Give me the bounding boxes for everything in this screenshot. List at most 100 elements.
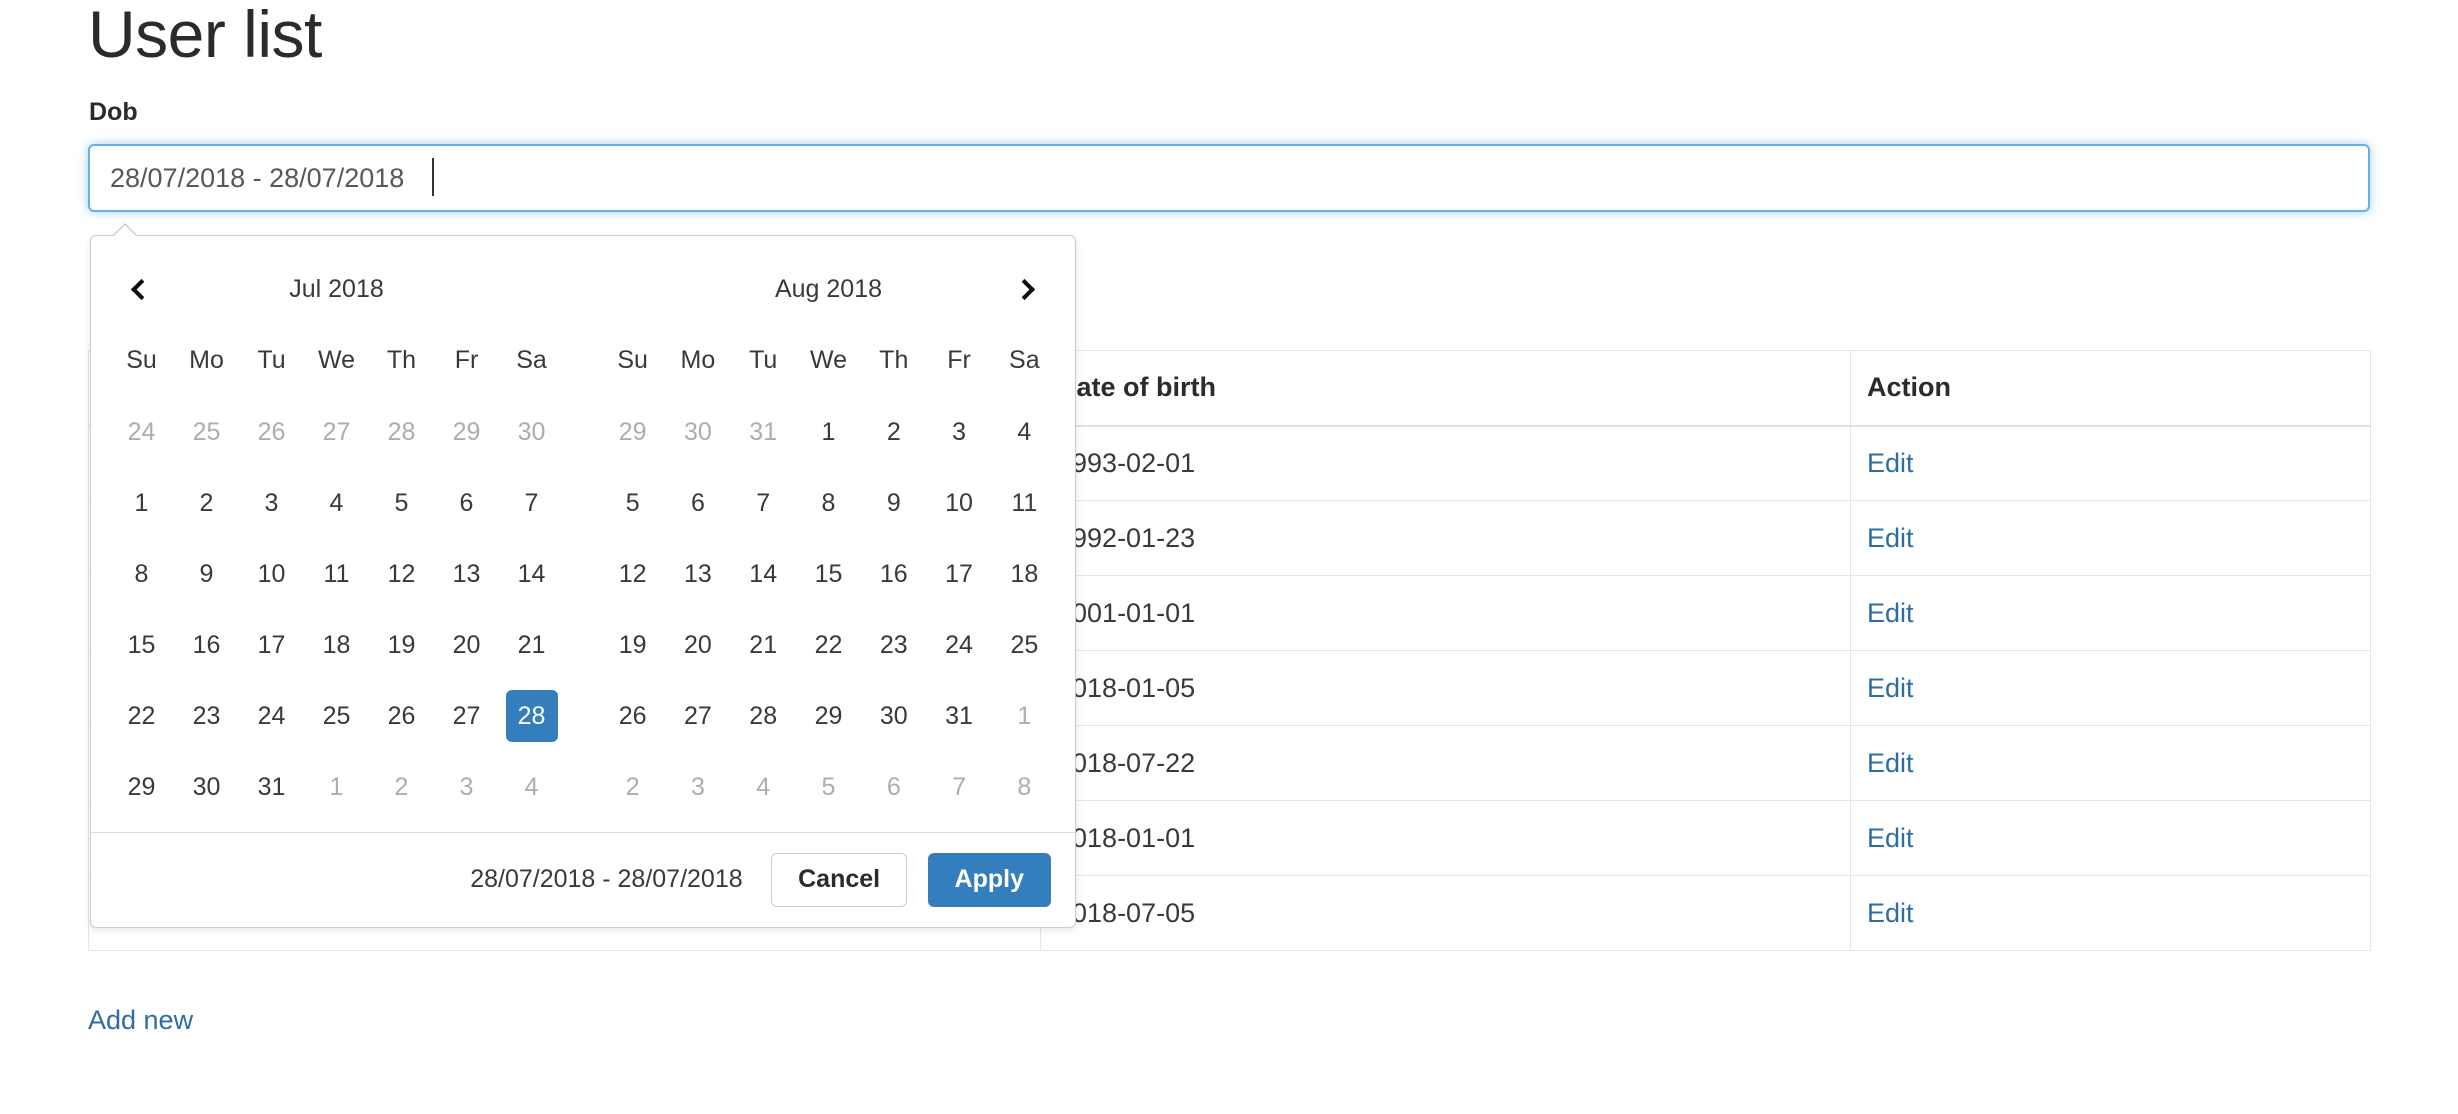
calendar-day-cell[interactable]: 27 — [434, 680, 499, 751]
calendar-day-cell[interactable]: 17 — [239, 609, 304, 680]
calendar-day-cell[interactable]: 2 — [174, 467, 239, 538]
calendar-day-cell[interactable]: 11 — [992, 467, 1057, 538]
calendar-day-cell[interactable]: 28 — [731, 680, 796, 751]
calendar-day-cell[interactable]: 21 — [731, 609, 796, 680]
calendar-day-cell[interactable]: 26 — [369, 680, 434, 751]
calendar-day-cell[interactable]: 26 — [600, 680, 665, 751]
calendar-day-cell[interactable]: 12 — [369, 538, 434, 609]
calendar-day-cell[interactable]: 8 — [796, 467, 861, 538]
edit-link[interactable]: Edit — [1867, 673, 1914, 703]
calendar-day-cell[interactable]: 6 — [861, 751, 926, 822]
calendar-day-cell[interactable]: 29 — [796, 680, 861, 751]
calendar-day-cell[interactable]: 4 — [304, 467, 369, 538]
calendar-day-cell[interactable]: 6 — [665, 467, 730, 538]
calendar-day-cell[interactable]: 25 — [174, 396, 239, 467]
calendar-day-cell[interactable]: 22 — [796, 609, 861, 680]
calendar-day-cell[interactable]: 1 — [796, 396, 861, 467]
calendar-day-cell[interactable]: 9 — [174, 538, 239, 609]
edit-link[interactable]: Edit — [1867, 898, 1914, 928]
calendar-day-cell[interactable]: 20 — [434, 609, 499, 680]
calendar-day-cell[interactable]: 5 — [369, 467, 434, 538]
calendar-day-cell[interactable]: 13 — [434, 538, 499, 609]
calendar-day-cell[interactable]: 1 — [304, 751, 369, 822]
calendar-day-cell[interactable]: 1 — [109, 467, 174, 538]
calendar-day-cell[interactable]: 3 — [665, 751, 730, 822]
calendar-day-cell[interactable]: 3 — [434, 751, 499, 822]
calendar-day-cell[interactable]: 3 — [239, 467, 304, 538]
calendar-day-cell[interactable]: 20 — [665, 609, 730, 680]
add-new-link[interactable]: Add new — [88, 1005, 193, 1036]
calendar-day-cell[interactable]: 14 — [731, 538, 796, 609]
calendar-day-cell[interactable]: 14 — [499, 538, 564, 609]
calendar-day-cell[interactable]: 30 — [861, 680, 926, 751]
calendar-day-cell[interactable]: 6 — [434, 467, 499, 538]
calendar-day-cell[interactable]: 23 — [174, 680, 239, 751]
calendar-day-cell[interactable]: 28 — [369, 396, 434, 467]
calendar-day-cell[interactable]: 24 — [109, 396, 174, 467]
calendar-day-cell[interactable]: 10 — [926, 467, 991, 538]
dob-date-range-input[interactable] — [88, 144, 2370, 212]
calendar-day-label: 31 — [749, 417, 778, 446]
calendar-day-cell[interactable]: 22 — [109, 680, 174, 751]
calendar-day-cell[interactable]: 17 — [926, 538, 991, 609]
calendar-day-cell[interactable]: 2 — [369, 751, 434, 822]
calendar-day-cell[interactable]: 8 — [109, 538, 174, 609]
calendar-day-cell[interactable]: 29 — [109, 751, 174, 822]
calendar-day-cell[interactable]: 30 — [499, 396, 564, 467]
cancel-button[interactable]: Cancel — [771, 853, 908, 907]
calendar-day-cell[interactable]: 18 — [304, 609, 369, 680]
calendar-day-cell[interactable]: 24 — [239, 680, 304, 751]
edit-link[interactable]: Edit — [1867, 823, 1914, 853]
calendar-day-cell[interactable]: 27 — [665, 680, 730, 751]
edit-link[interactable]: Edit — [1867, 523, 1914, 553]
calendar-day-cell[interactable]: 7 — [499, 467, 564, 538]
calendar-day-cell[interactable]: 8 — [992, 751, 1057, 822]
calendar-day-cell[interactable]: 2 — [600, 751, 665, 822]
calendar-day-cell[interactable]: 15 — [796, 538, 861, 609]
calendar-day-cell[interactable]: 2 — [861, 396, 926, 467]
edit-link[interactable]: Edit — [1867, 748, 1914, 778]
calendar-day-cell[interactable]: 24 — [926, 609, 991, 680]
calendar-day-cell[interactable]: 27 — [304, 396, 369, 467]
calendar-day-cell[interactable]: 1 — [992, 680, 1057, 751]
calendar-day-cell[interactable]: 4 — [992, 396, 1057, 467]
calendar-day-cell[interactable]: 30 — [174, 751, 239, 822]
calendar-day-cell[interactable]: 11 — [304, 538, 369, 609]
calendar-day-cell[interactable]: 4 — [499, 751, 564, 822]
calendar-day-cell[interactable]: 31 — [731, 396, 796, 467]
calendar-day-cell[interactable]: 15 — [109, 609, 174, 680]
calendar-day-cell[interactable]: 28 — [499, 680, 564, 751]
calendar-day-cell[interactable]: 3 — [926, 396, 991, 467]
calendar-day-cell[interactable]: 19 — [600, 609, 665, 680]
calendar-day-cell[interactable]: 26 — [239, 396, 304, 467]
calendar-day-cell[interactable]: 4 — [731, 751, 796, 822]
calendar-day-cell[interactable]: 7 — [926, 751, 991, 822]
calendar-day-cell[interactable]: 18 — [992, 538, 1057, 609]
calendar-day-cell[interactable]: 31 — [239, 751, 304, 822]
dow-th: Th — [386, 346, 417, 374]
prev-month-button[interactable] — [109, 254, 174, 325]
calendar-day-cell[interactable]: 5 — [600, 467, 665, 538]
calendar-day-cell[interactable]: 12 — [600, 538, 665, 609]
next-month-button[interactable] — [992, 254, 1057, 325]
calendar-day-cell[interactable]: 13 — [665, 538, 730, 609]
calendar-day-cell[interactable]: 31 — [926, 680, 991, 751]
edit-link[interactable]: Edit — [1867, 598, 1914, 628]
apply-button[interactable]: Apply — [927, 853, 1051, 907]
calendar-day-cell[interactable]: 19 — [369, 609, 434, 680]
calendar-day-cell[interactable]: 29 — [600, 396, 665, 467]
calendar-day-cell[interactable]: 9 — [861, 467, 926, 538]
calendar-day-cell[interactable]: 7 — [731, 467, 796, 538]
calendar-day-cell[interactable]: 29 — [434, 396, 499, 467]
calendar-day-cell[interactable]: 21 — [499, 609, 564, 680]
calendar-day-cell[interactable]: 16 — [174, 609, 239, 680]
calendar-day-cell[interactable]: 16 — [861, 538, 926, 609]
calendar-day-cell[interactable]: 23 — [861, 609, 926, 680]
calendar-day-cell[interactable]: 30 — [665, 396, 730, 467]
calendar-day-label: 11 — [323, 559, 350, 588]
calendar-day-cell[interactable]: 5 — [796, 751, 861, 822]
calendar-day-cell[interactable]: 10 — [239, 538, 304, 609]
calendar-day-cell[interactable]: 25 — [304, 680, 369, 751]
calendar-day-cell[interactable]: 25 — [992, 609, 1057, 680]
edit-link[interactable]: Edit — [1867, 448, 1914, 478]
